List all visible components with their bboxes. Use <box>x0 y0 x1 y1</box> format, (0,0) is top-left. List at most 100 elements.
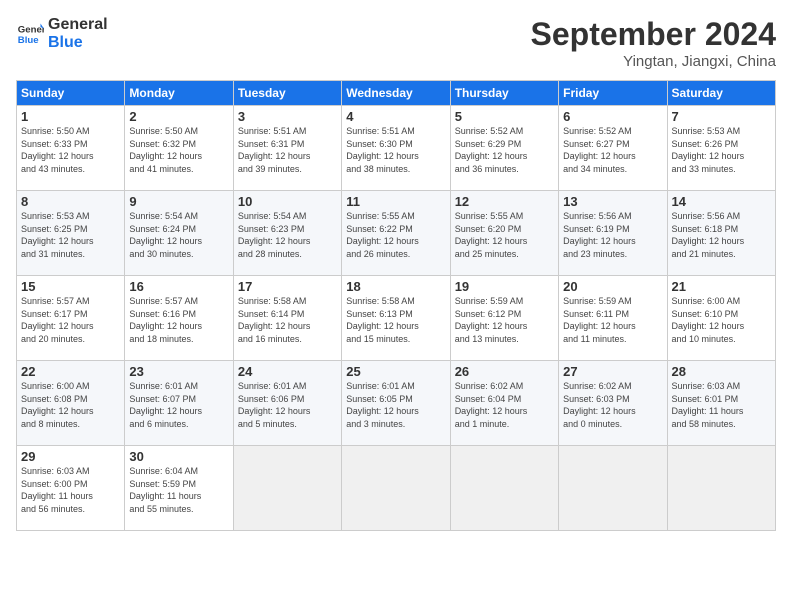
day-info: Sunrise: 5:55 AM Sunset: 6:22 PM Dayligh… <box>346 210 445 260</box>
day-number: 16 <box>129 279 228 294</box>
day-info: Sunrise: 5:58 AM Sunset: 6:13 PM Dayligh… <box>346 295 445 345</box>
calendar-cell: 13Sunrise: 5:56 AM Sunset: 6:19 PM Dayli… <box>559 191 667 276</box>
day-number: 2 <box>129 109 228 124</box>
day-info: Sunrise: 5:53 AM Sunset: 6:25 PM Dayligh… <box>21 210 120 260</box>
calendar-week-5: 29Sunrise: 6:03 AM Sunset: 6:00 PM Dayli… <box>17 446 776 531</box>
day-number: 23 <box>129 364 228 379</box>
day-number: 19 <box>455 279 554 294</box>
logo-line2: Blue <box>48 34 108 52</box>
calendar-cell: 14Sunrise: 5:56 AM Sunset: 6:18 PM Dayli… <box>667 191 775 276</box>
day-info: Sunrise: 5:57 AM Sunset: 6:17 PM Dayligh… <box>21 295 120 345</box>
day-number: 12 <box>455 194 554 209</box>
calendar-week-3: 15Sunrise: 5:57 AM Sunset: 6:17 PM Dayli… <box>17 276 776 361</box>
day-info: Sunrise: 5:54 AM Sunset: 6:23 PM Dayligh… <box>238 210 337 260</box>
calendar-cell: 24Sunrise: 6:01 AM Sunset: 6:06 PM Dayli… <box>233 361 341 446</box>
calendar-cell: 9Sunrise: 5:54 AM Sunset: 6:24 PM Daylig… <box>125 191 233 276</box>
calendar-cell: 16Sunrise: 5:57 AM Sunset: 6:16 PM Dayli… <box>125 276 233 361</box>
calendar-cell: 19Sunrise: 5:59 AM Sunset: 6:12 PM Dayli… <box>450 276 558 361</box>
calendar-cell <box>342 446 450 531</box>
day-number: 11 <box>346 194 445 209</box>
calendar-cell <box>233 446 341 531</box>
day-number: 6 <box>563 109 662 124</box>
calendar-cell: 23Sunrise: 6:01 AM Sunset: 6:07 PM Dayli… <box>125 361 233 446</box>
day-number: 5 <box>455 109 554 124</box>
day-number: 22 <box>21 364 120 379</box>
day-info: Sunrise: 6:04 AM Sunset: 5:59 PM Dayligh… <box>129 465 228 515</box>
calendar-cell <box>667 446 775 531</box>
day-number: 28 <box>672 364 771 379</box>
day-info: Sunrise: 5:59 AM Sunset: 6:12 PM Dayligh… <box>455 295 554 345</box>
calendar-cell: 29Sunrise: 6:03 AM Sunset: 6:00 PM Dayli… <box>17 446 125 531</box>
calendar-cell: 20Sunrise: 5:59 AM Sunset: 6:11 PM Dayli… <box>559 276 667 361</box>
day-info: Sunrise: 5:50 AM Sunset: 6:32 PM Dayligh… <box>129 125 228 175</box>
day-number: 29 <box>21 449 120 464</box>
calendar-cell: 28Sunrise: 6:03 AM Sunset: 6:01 PM Dayli… <box>667 361 775 446</box>
svg-text:General: General <box>18 24 44 35</box>
weekday-header-sunday: Sunday <box>17 81 125 106</box>
day-info: Sunrise: 5:50 AM Sunset: 6:33 PM Dayligh… <box>21 125 120 175</box>
day-info: Sunrise: 5:51 AM Sunset: 6:30 PM Dayligh… <box>346 125 445 175</box>
day-number: 14 <box>672 194 771 209</box>
calendar-cell: 30Sunrise: 6:04 AM Sunset: 5:59 PM Dayli… <box>125 446 233 531</box>
calendar-cell: 7Sunrise: 5:53 AM Sunset: 6:26 PM Daylig… <box>667 106 775 191</box>
calendar-cell <box>559 446 667 531</box>
day-info: Sunrise: 6:02 AM Sunset: 6:03 PM Dayligh… <box>563 380 662 430</box>
calendar-header-row: SundayMondayTuesdayWednesdayThursdayFrid… <box>17 81 776 106</box>
day-number: 26 <box>455 364 554 379</box>
weekday-header-thursday: Thursday <box>450 81 558 106</box>
day-number: 15 <box>21 279 120 294</box>
calendar-cell: 17Sunrise: 5:58 AM Sunset: 6:14 PM Dayli… <box>233 276 341 361</box>
calendar-cell: 2Sunrise: 5:50 AM Sunset: 6:32 PM Daylig… <box>125 106 233 191</box>
weekday-header-wednesday: Wednesday <box>342 81 450 106</box>
calendar-cell: 21Sunrise: 6:00 AM Sunset: 6:10 PM Dayli… <box>667 276 775 361</box>
day-info: Sunrise: 6:03 AM Sunset: 6:00 PM Dayligh… <box>21 465 120 515</box>
title-section: September 2024 Yingtan, Jiangxi, China <box>531 16 776 70</box>
day-number: 18 <box>346 279 445 294</box>
day-info: Sunrise: 5:58 AM Sunset: 6:14 PM Dayligh… <box>238 295 337 345</box>
day-info: Sunrise: 6:00 AM Sunset: 6:10 PM Dayligh… <box>672 295 771 345</box>
month-title: September 2024 <box>531 16 776 53</box>
day-info: Sunrise: 5:59 AM Sunset: 6:11 PM Dayligh… <box>563 295 662 345</box>
calendar-cell <box>450 446 558 531</box>
day-info: Sunrise: 6:02 AM Sunset: 6:04 PM Dayligh… <box>455 380 554 430</box>
day-number: 7 <box>672 109 771 124</box>
logo: General Blue General Blue <box>16 16 108 51</box>
calendar-cell: 1Sunrise: 5:50 AM Sunset: 6:33 PM Daylig… <box>17 106 125 191</box>
calendar-week-2: 8Sunrise: 5:53 AM Sunset: 6:25 PM Daylig… <box>17 191 776 276</box>
day-info: Sunrise: 6:01 AM Sunset: 6:05 PM Dayligh… <box>346 380 445 430</box>
calendar-table: SundayMondayTuesdayWednesdayThursdayFrid… <box>16 80 776 531</box>
logo-line1: General <box>48 16 108 34</box>
calendar-cell: 4Sunrise: 5:51 AM Sunset: 6:30 PM Daylig… <box>342 106 450 191</box>
calendar-cell: 8Sunrise: 5:53 AM Sunset: 6:25 PM Daylig… <box>17 191 125 276</box>
calendar-cell: 22Sunrise: 6:00 AM Sunset: 6:08 PM Dayli… <box>17 361 125 446</box>
day-info: Sunrise: 5:51 AM Sunset: 6:31 PM Dayligh… <box>238 125 337 175</box>
day-number: 3 <box>238 109 337 124</box>
day-number: 24 <box>238 364 337 379</box>
calendar-cell: 3Sunrise: 5:51 AM Sunset: 6:31 PM Daylig… <box>233 106 341 191</box>
calendar-week-1: 1Sunrise: 5:50 AM Sunset: 6:33 PM Daylig… <box>17 106 776 191</box>
calendar-cell: 6Sunrise: 5:52 AM Sunset: 6:27 PM Daylig… <box>559 106 667 191</box>
day-info: Sunrise: 5:53 AM Sunset: 6:26 PM Dayligh… <box>672 125 771 175</box>
day-info: Sunrise: 6:00 AM Sunset: 6:08 PM Dayligh… <box>21 380 120 430</box>
day-number: 8 <box>21 194 120 209</box>
day-number: 17 <box>238 279 337 294</box>
day-number: 9 <box>129 194 228 209</box>
calendar-cell: 18Sunrise: 5:58 AM Sunset: 6:13 PM Dayli… <box>342 276 450 361</box>
day-number: 4 <box>346 109 445 124</box>
calendar-cell: 26Sunrise: 6:02 AM Sunset: 6:04 PM Dayli… <box>450 361 558 446</box>
day-number: 10 <box>238 194 337 209</box>
day-number: 20 <box>563 279 662 294</box>
day-number: 21 <box>672 279 771 294</box>
day-info: Sunrise: 5:56 AM Sunset: 6:18 PM Dayligh… <box>672 210 771 260</box>
page: General Blue General Blue September 2024… <box>0 0 792 612</box>
calendar-cell: 25Sunrise: 6:01 AM Sunset: 6:05 PM Dayli… <box>342 361 450 446</box>
day-info: Sunrise: 5:55 AM Sunset: 6:20 PM Dayligh… <box>455 210 554 260</box>
weekday-header-friday: Friday <box>559 81 667 106</box>
day-info: Sunrise: 5:56 AM Sunset: 6:19 PM Dayligh… <box>563 210 662 260</box>
calendar-week-4: 22Sunrise: 6:00 AM Sunset: 6:08 PM Dayli… <box>17 361 776 446</box>
svg-text:Blue: Blue <box>18 34 39 45</box>
header: General Blue General Blue September 2024… <box>16 16 776 70</box>
day-info: Sunrise: 5:57 AM Sunset: 6:16 PM Dayligh… <box>129 295 228 345</box>
day-number: 27 <box>563 364 662 379</box>
day-info: Sunrise: 5:54 AM Sunset: 6:24 PM Dayligh… <box>129 210 228 260</box>
